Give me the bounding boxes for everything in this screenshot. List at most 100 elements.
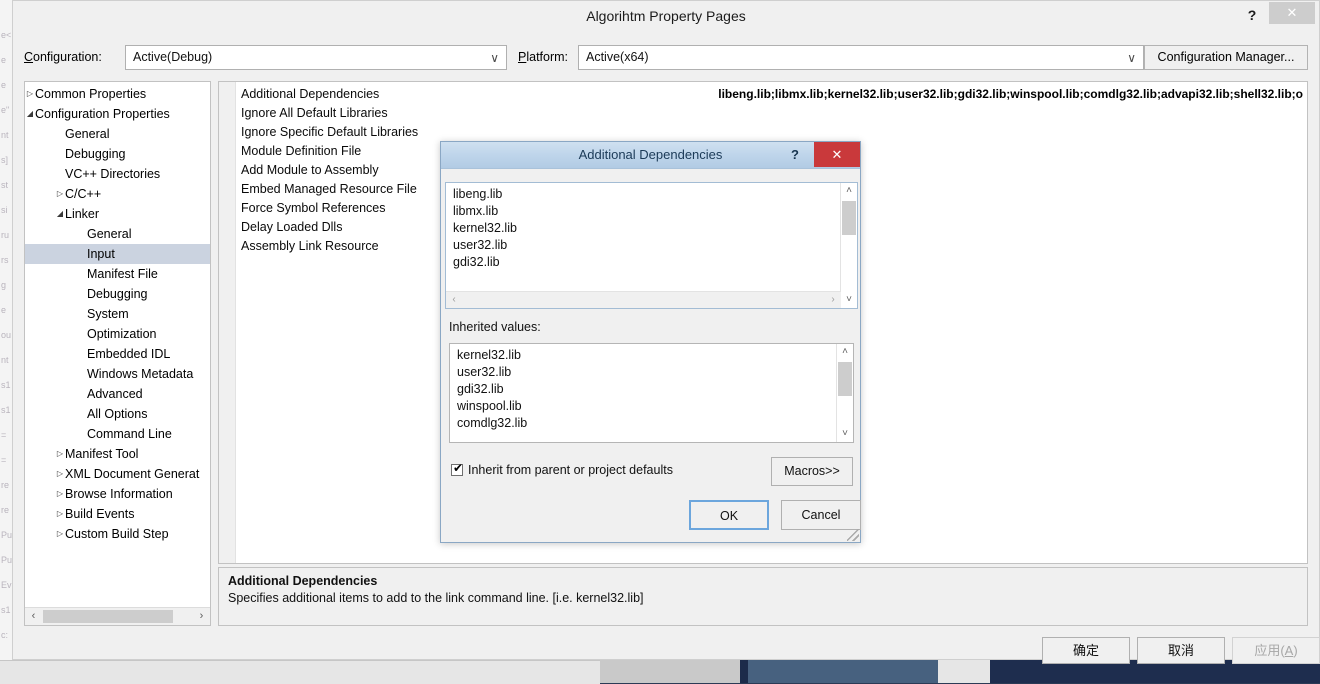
- tree-item-windows-metadata[interactable]: Windows Metadata: [25, 364, 210, 384]
- tree-item-vc-directories[interactable]: VC++ Directories: [25, 164, 210, 184]
- chevron-down-icon: ∨: [490, 51, 499, 65]
- scroll-left-icon[interactable]: ‹: [26, 609, 41, 624]
- close-icon[interactable]: ✕: [1269, 2, 1315, 24]
- dialog-ok-button[interactable]: OK: [689, 500, 769, 530]
- tree-item-common-properties[interactable]: ▷Common Properties: [25, 84, 210, 104]
- tree-item-label: Common Properties: [35, 84, 146, 104]
- tree-item-embedded-idl[interactable]: Embedded IDL: [25, 344, 210, 364]
- tree-item-label: Command Line: [87, 424, 172, 444]
- description-panel: Additional Dependencies Specifies additi…: [218, 567, 1308, 626]
- tree-item-manifest-file[interactable]: Manifest File: [25, 264, 210, 284]
- scroll-down-icon[interactable]: ˅: [841, 292, 857, 308]
- property-tree-panel[interactable]: ▷Common Properties◢Configuration Propert…: [24, 81, 211, 626]
- scrollbar-thumb[interactable]: [842, 201, 856, 235]
- configuration-manager-button[interactable]: Configuration Manager...: [1144, 45, 1308, 70]
- tree-item-input[interactable]: Input: [25, 244, 210, 264]
- scroll-down-icon[interactable]: ˅: [837, 426, 853, 442]
- tree-horizontal-scrollbar[interactable]: ‹ ›: [25, 607, 210, 625]
- dependency-list-item[interactable]: libeng.lib: [446, 186, 840, 203]
- scroll-up-icon[interactable]: ˄: [837, 344, 853, 360]
- inherited-list-item[interactable]: comdlg32.lib: [450, 415, 836, 432]
- tree-item-optimization[interactable]: Optimization: [25, 324, 210, 344]
- property-value[interactable]: libeng.lib;libmx.lib;kernel32.lib;user32…: [674, 85, 1303, 104]
- tree-item-linker[interactable]: ◢Linker: [25, 204, 210, 224]
- code-fragment: =: [1, 430, 6, 440]
- configuration-dropdown[interactable]: Active(Debug) ∨: [125, 45, 507, 70]
- tree-item-manifest-tool[interactable]: ▷Manifest Tool: [25, 444, 210, 464]
- dialog-cancel-button[interactable]: Cancel: [781, 500, 861, 530]
- code-fragment: e: [1, 80, 6, 90]
- macros-button[interactable]: Macros>>: [771, 457, 853, 486]
- dependency-list-item[interactable]: libmx.lib: [446, 203, 840, 220]
- dialog-ok-label: OK: [720, 509, 738, 523]
- tree-item-debugging[interactable]: Debugging: [25, 284, 210, 304]
- ok-button[interactable]: 确定: [1042, 637, 1130, 664]
- property-row[interactable]: Additional Dependencieslibeng.lib;libmx.…: [219, 85, 1307, 104]
- listbox-vertical-scrollbar[interactable]: ˄ ˅: [840, 183, 857, 308]
- tree-item-custom-build-step[interactable]: ▷Custom Build Step: [25, 524, 210, 544]
- macros-button-label: Macros>>: [784, 464, 840, 478]
- scroll-right-icon[interactable]: ›: [194, 609, 209, 624]
- scroll-right-icon[interactable]: ›: [825, 292, 841, 308]
- tree-item-c-c[interactable]: ▷C/C++: [25, 184, 210, 204]
- code-fragment: Pu: [1, 530, 12, 540]
- property-row[interactable]: Ignore All Default Libraries: [219, 104, 1307, 123]
- tree-item-xml-document-generat[interactable]: ▷XML Document Generat: [25, 464, 210, 484]
- property-name: Add Module to Assembly: [241, 161, 379, 180]
- inherited-list-item[interactable]: user32.lib: [450, 364, 836, 381]
- scroll-left-icon[interactable]: ‹: [446, 292, 462, 308]
- window-titlebar: Algorihtm Property Pages ? ✕: [13, 1, 1319, 32]
- inherited-list-item[interactable]: winspool.lib: [450, 398, 836, 415]
- tree-item-label: Browse Information: [65, 484, 173, 504]
- tree-item-label: Configuration Properties: [35, 104, 170, 124]
- chevron-down-icon: ∨: [1127, 51, 1136, 65]
- property-row[interactable]: Ignore Specific Default Libraries: [219, 123, 1307, 142]
- additional-dependencies-dialog: Additional Dependencies ? ✕ libeng.libli…: [440, 141, 861, 543]
- tree-item-label: Build Events: [65, 504, 134, 524]
- platform-value: Active(x64): [586, 50, 649, 64]
- inherited-values-listbox: kernel32.libuser32.libgdi32.libwinspool.…: [449, 343, 854, 443]
- tree-item-label: Input: [87, 244, 115, 264]
- scrollbar-thumb[interactable]: [43, 610, 173, 623]
- tree-item-advanced[interactable]: Advanced: [25, 384, 210, 404]
- dependency-list-item[interactable]: kernel32.lib: [446, 220, 840, 237]
- property-name: Ignore All Default Libraries: [241, 104, 388, 123]
- inherited-list-item[interactable]: gdi32.lib: [450, 381, 836, 398]
- inherited-list-item[interactable]: kernel32.lib: [450, 347, 836, 364]
- tree-item-general[interactable]: General: [25, 224, 210, 244]
- platform-dropdown[interactable]: Active(x64) ∨: [578, 45, 1144, 70]
- tree-item-build-events[interactable]: ▷Build Events: [25, 504, 210, 524]
- tree-item-system[interactable]: System: [25, 304, 210, 324]
- tree-item-label: Debugging: [65, 144, 125, 164]
- listbox-horizontal-scrollbar[interactable]: ‹ ›: [446, 291, 841, 308]
- tree-item-all-options[interactable]: All Options: [25, 404, 210, 424]
- dependencies-listbox[interactable]: libeng.liblibmx.libkernel32.libuser32.li…: [445, 182, 858, 309]
- resize-grip[interactable]: [847, 529, 859, 541]
- code-fragment: nt: [1, 355, 9, 365]
- apply-button-suffix: ): [1293, 643, 1297, 658]
- dependency-list-item[interactable]: gdi32.lib: [446, 254, 840, 271]
- apply-button-label: 应用(: [1254, 643, 1284, 658]
- dialog-close-icon[interactable]: ✕: [814, 142, 860, 167]
- property-tree[interactable]: ▷Common Properties◢Configuration Propert…: [25, 84, 210, 544]
- scrollbar-thumb[interactable]: [838, 362, 852, 396]
- tree-item-browse-information[interactable]: ▷Browse Information: [25, 484, 210, 504]
- inherit-defaults-checkbox[interactable]: ✔Inherit from parent or project defaults: [451, 463, 673, 477]
- tree-item-command-line[interactable]: Command Line: [25, 424, 210, 444]
- dialog-help-icon[interactable]: ?: [786, 145, 804, 165]
- code-fragment: e": [1, 105, 9, 115]
- cancel-button[interactable]: 取消: [1137, 637, 1225, 664]
- property-name: Delay Loaded Dlls: [241, 218, 342, 237]
- tree-item-general[interactable]: General: [25, 124, 210, 144]
- inherited-vertical-scrollbar[interactable]: ˄ ˅: [836, 344, 853, 442]
- tree-item-debugging[interactable]: Debugging: [25, 144, 210, 164]
- help-icon[interactable]: ?: [1241, 3, 1263, 27]
- tree-item-configuration-properties[interactable]: ◢Configuration Properties: [25, 104, 210, 124]
- tree-item-label: XML Document Generat: [65, 464, 199, 484]
- tree-item-label: All Options: [87, 404, 147, 424]
- code-fragment: e: [1, 305, 6, 315]
- scroll-up-icon[interactable]: ˄: [841, 183, 857, 199]
- taskbar-segment: [748, 660, 938, 683]
- tree-item-label: Windows Metadata: [87, 364, 193, 384]
- dependency-list-item[interactable]: user32.lib: [446, 237, 840, 254]
